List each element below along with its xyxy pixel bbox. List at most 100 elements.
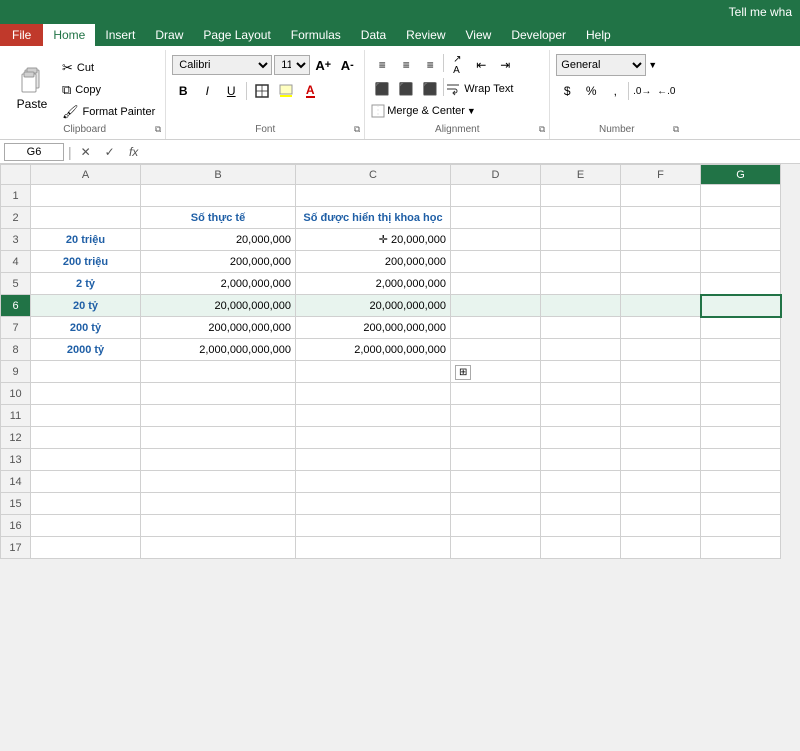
align-center-btn[interactable]: ⬛ bbox=[395, 78, 417, 100]
table-row[interactable] bbox=[141, 361, 296, 383]
row-header-1[interactable]: 1 bbox=[1, 185, 31, 207]
table-row[interactable] bbox=[541, 229, 621, 251]
table-row[interactable] bbox=[31, 493, 141, 515]
table-row[interactable] bbox=[701, 339, 781, 361]
table-row[interactable] bbox=[701, 229, 781, 251]
table-row[interactable] bbox=[451, 471, 541, 493]
comma-btn[interactable]: , bbox=[604, 80, 626, 102]
col-header-G[interactable]: G bbox=[701, 165, 781, 185]
table-row[interactable] bbox=[141, 427, 296, 449]
clipboard-expand[interactable]: ⧉ bbox=[155, 124, 161, 135]
table-row[interactable] bbox=[141, 537, 296, 559]
table-row[interactable] bbox=[701, 471, 781, 493]
align-middle-btn[interactable]: ≡ bbox=[395, 54, 417, 76]
paste-options-btn[interactable]: ⊞ bbox=[455, 365, 471, 380]
menu-insert[interactable]: Insert bbox=[95, 24, 145, 46]
table-row[interactable] bbox=[541, 273, 621, 295]
decrease-decimal-btn[interactable]: ←.0 bbox=[655, 80, 677, 102]
table-row[interactable] bbox=[701, 427, 781, 449]
table-row[interactable] bbox=[541, 493, 621, 515]
table-row[interactable] bbox=[141, 383, 296, 405]
table-row[interactable]: Số được hiển thị khoa học bbox=[296, 207, 451, 229]
table-row[interactable] bbox=[621, 405, 701, 427]
table-row[interactable] bbox=[541, 339, 621, 361]
confirm-formula-btn[interactable]: ✓ bbox=[100, 145, 120, 159]
table-row[interactable] bbox=[451, 493, 541, 515]
table-row[interactable] bbox=[141, 405, 296, 427]
table-row[interactable] bbox=[621, 427, 701, 449]
table-row[interactable] bbox=[621, 229, 701, 251]
table-row[interactable] bbox=[701, 515, 781, 537]
menu-developer[interactable]: Developer bbox=[501, 24, 576, 46]
table-row[interactable] bbox=[31, 383, 141, 405]
row-header-9[interactable]: 9 bbox=[1, 361, 31, 383]
decrease-font-btn[interactable]: A- bbox=[336, 54, 358, 76]
table-row[interactable]: 200 tỷ bbox=[31, 317, 141, 339]
table-row[interactable] bbox=[141, 185, 296, 207]
col-header-A[interactable]: A bbox=[31, 165, 141, 185]
col-header-E[interactable]: E bbox=[541, 165, 621, 185]
table-row[interactable] bbox=[621, 537, 701, 559]
table-row[interactable]: 200,000,000 bbox=[141, 251, 296, 273]
currency-btn[interactable]: $ bbox=[556, 80, 578, 102]
table-row[interactable] bbox=[541, 537, 621, 559]
alignment-expand[interactable]: ⧉ bbox=[539, 124, 545, 135]
table-row[interactable] bbox=[451, 537, 541, 559]
menu-review[interactable]: Review bbox=[396, 24, 455, 46]
menu-page-layout[interactable]: Page Layout bbox=[193, 24, 280, 46]
menu-view[interactable]: View bbox=[456, 24, 502, 46]
table-row[interactable]: 2 tỷ bbox=[31, 273, 141, 295]
table-row[interactable] bbox=[701, 361, 781, 383]
table-row[interactable] bbox=[621, 383, 701, 405]
table-row[interactable] bbox=[701, 295, 781, 317]
table-row[interactable] bbox=[451, 405, 541, 427]
row-header-7[interactable]: 7 bbox=[1, 317, 31, 339]
row-header-2[interactable]: 2 bbox=[1, 207, 31, 229]
italic-button[interactable]: I bbox=[196, 80, 218, 102]
cut-button[interactable]: ✂ Cut bbox=[58, 58, 159, 78]
table-row[interactable] bbox=[621, 515, 701, 537]
table-row[interactable] bbox=[296, 427, 451, 449]
table-row[interactable] bbox=[701, 185, 781, 207]
table-row[interactable]: ⊞ bbox=[451, 361, 541, 383]
row-header-3[interactable]: 3 bbox=[1, 229, 31, 251]
table-row[interactable] bbox=[31, 537, 141, 559]
font-size-select[interactable]: 11 bbox=[274, 55, 310, 75]
increase-font-btn[interactable]: A+ bbox=[312, 54, 334, 76]
table-row[interactable] bbox=[701, 493, 781, 515]
table-row[interactable] bbox=[31, 185, 141, 207]
insert-function-btn[interactable]: fx bbox=[124, 145, 144, 159]
table-row[interactable]: 20 triệu bbox=[31, 229, 141, 251]
number-format-select[interactable]: General bbox=[556, 54, 646, 76]
table-row[interactable] bbox=[621, 493, 701, 515]
table-row[interactable]: 2000 tỷ bbox=[31, 339, 141, 361]
col-header-C[interactable]: C bbox=[296, 165, 451, 185]
menu-help[interactable]: Help bbox=[576, 24, 621, 46]
table-row[interactable] bbox=[31, 361, 141, 383]
table-row[interactable] bbox=[621, 361, 701, 383]
cancel-formula-btn[interactable]: ✕ bbox=[76, 145, 96, 159]
row-header-16[interactable]: 16 bbox=[1, 515, 31, 537]
table-row[interactable] bbox=[31, 207, 141, 229]
table-row[interactable] bbox=[31, 471, 141, 493]
table-row[interactable] bbox=[621, 471, 701, 493]
table-row[interactable] bbox=[296, 493, 451, 515]
table-row[interactable] bbox=[541, 317, 621, 339]
table-row[interactable] bbox=[451, 317, 541, 339]
formula-input[interactable] bbox=[148, 145, 796, 159]
align-bottom-btn[interactable]: ≡ bbox=[419, 54, 441, 76]
row-header-11[interactable]: 11 bbox=[1, 405, 31, 427]
table-row[interactable] bbox=[701, 537, 781, 559]
table-row[interactable] bbox=[451, 383, 541, 405]
table-row[interactable] bbox=[451, 427, 541, 449]
table-row[interactable] bbox=[541, 405, 621, 427]
row-header-15[interactable]: 15 bbox=[1, 493, 31, 515]
table-row[interactable] bbox=[141, 493, 296, 515]
table-row[interactable] bbox=[141, 449, 296, 471]
align-left-btn[interactable]: ⬛ bbox=[371, 78, 393, 100]
border-button[interactable] bbox=[251, 80, 273, 102]
table-row[interactable]: 2,000,000,000,000 bbox=[296, 339, 451, 361]
table-row[interactable] bbox=[31, 405, 141, 427]
menu-formulas[interactable]: Formulas bbox=[281, 24, 351, 46]
table-row[interactable] bbox=[621, 207, 701, 229]
